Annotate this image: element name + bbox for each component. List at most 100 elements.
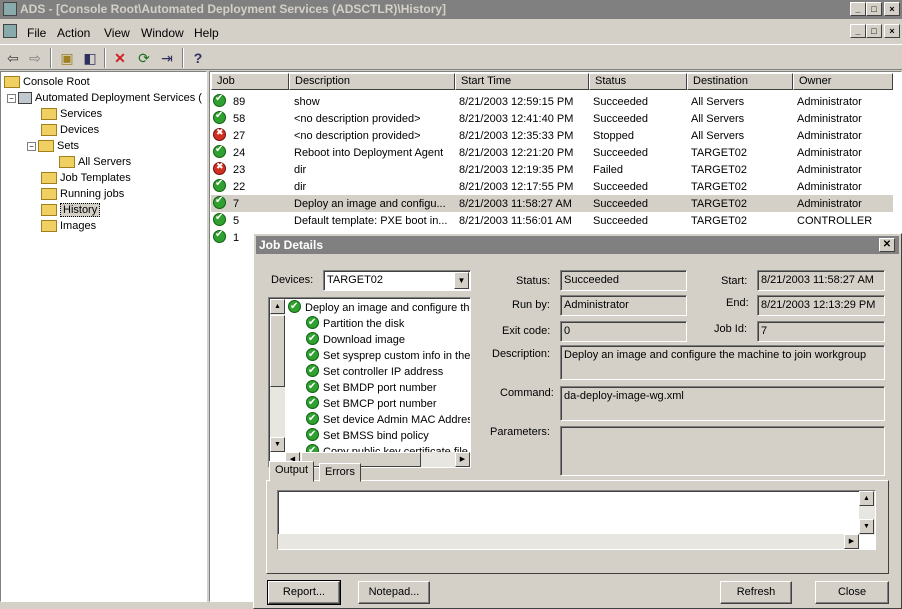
table-row[interactable]: 89 show 8/21/2003 12:59:15 PM Succeeded All … xyxy=(211,93,893,110)
job-success-icon xyxy=(213,229,226,243)
cell-start: 8/21/2003 12:35:33 PM xyxy=(459,130,574,142)
column-header-owner[interactable]: Owner xyxy=(793,73,893,90)
folder-open-icon xyxy=(41,204,57,217)
table-row[interactable]: 27 <no description provided> 8/21/2003 12:… xyxy=(211,127,893,144)
cell-job: 5 xyxy=(233,215,240,227)
scroll-down-icon[interactable]: ▼ xyxy=(859,519,874,534)
ads-app-icon[interactable] xyxy=(3,2,17,16)
tree-item-images[interactable]: Images xyxy=(41,218,96,234)
output-textarea[interactable]: ▲ ▼ ▶ xyxy=(277,490,876,550)
step-root[interactable]: Deploy an image and configure the xyxy=(288,298,470,315)
output-horizontal-scrollbar[interactable]: ▶ xyxy=(278,534,859,549)
exitcode-field: 0 xyxy=(560,321,687,342)
tree-ads-node[interactable]: − Automated Deployment Services ( xyxy=(7,90,202,106)
mdi-minimize-button[interactable]: _ xyxy=(850,24,866,38)
tree-item-job-templates[interactable]: Job Templates xyxy=(41,170,131,186)
menu-action[interactable]: Action xyxy=(57,26,90,40)
tab-output[interactable]: Output xyxy=(269,461,315,482)
exitcode-label: Exit code: xyxy=(502,325,551,337)
tree-console-root[interactable]: Console Root xyxy=(4,74,90,90)
report-button[interactable]: Report... xyxy=(267,580,341,605)
steps-vertical-scrollbar[interactable]: ▲ ▼ xyxy=(270,299,285,452)
collapse-icon[interactable]: − xyxy=(7,93,16,103)
step-item[interactable]: Set controller IP address xyxy=(306,362,443,379)
job-details-dialog: Job Details ✕ Devices: TARGET02 ▼ ▲ ▼ De… xyxy=(253,233,902,609)
menu-window[interactable]: Window xyxy=(141,26,184,40)
up-folder-icon[interactable]: ▣ xyxy=(57,48,77,68)
forward-arrow-icon[interactable]: ⇨ xyxy=(25,48,45,68)
export-list-icon[interactable]: ⇥ xyxy=(157,48,177,68)
table-row[interactable]: 58 <no description provided> 8/21/2003 12:… xyxy=(211,110,893,127)
notepad-button[interactable]: Notepad... xyxy=(358,581,430,604)
step-item[interactable]: Download image xyxy=(306,330,405,347)
step-item[interactable]: Partition the disk xyxy=(306,314,404,331)
column-header-status[interactable]: Status xyxy=(589,73,687,90)
description-field: Deploy an image and configure the machin… xyxy=(560,345,885,380)
step-item[interactable]: Set BMDP port number xyxy=(306,378,437,395)
cell-owner: Administrator xyxy=(797,96,862,108)
step-item[interactable]: Set device Admin MAC Addres xyxy=(306,410,470,427)
cell-description: Default template: PXE boot in... xyxy=(294,215,448,227)
tree-item-running-jobs[interactable]: Running jobs xyxy=(41,186,124,202)
back-arrow-icon[interactable]: ⇦ xyxy=(3,48,23,68)
cell-description: show xyxy=(294,96,320,108)
dialog-close-icon[interactable]: ✕ xyxy=(879,238,895,252)
tab-errors[interactable]: Errors xyxy=(319,463,361,482)
job-failed-icon xyxy=(213,127,226,141)
cell-dest: All Servers xyxy=(691,130,745,142)
chevron-down-icon[interactable]: ▼ xyxy=(454,272,469,289)
show-hide-tree-icon[interactable]: ◧ xyxy=(80,48,100,68)
folder-icon xyxy=(41,188,57,201)
help-icon[interactable]: ? xyxy=(188,48,208,68)
job-success-icon xyxy=(213,195,226,209)
cell-description: <no description provided> xyxy=(294,113,421,125)
column-header-start-time[interactable]: Start Time xyxy=(455,73,589,90)
tree-item-history[interactable]: History xyxy=(41,202,101,218)
cell-owner: Administrator xyxy=(797,113,862,125)
tree-item-devices[interactable]: Devices xyxy=(41,122,99,138)
close-button[interactable]: Close xyxy=(815,581,889,604)
mdi-close-button[interactable]: × xyxy=(884,24,900,38)
table-row[interactable]: 23 dir 8/21/2003 12:19:35 PM Failed TARGET02… xyxy=(211,161,893,178)
collapse-icon[interactable]: − xyxy=(27,141,36,151)
column-header-destination[interactable]: Destination xyxy=(687,73,793,90)
folder-icon xyxy=(4,76,20,89)
success-icon xyxy=(306,331,319,347)
menu-help[interactable]: Help xyxy=(194,26,219,40)
menu-file[interactable]: File xyxy=(27,26,46,40)
end-label: End: xyxy=(726,297,749,309)
scroll-down-icon[interactable]: ▼ xyxy=(270,437,285,452)
output-vertical-scrollbar[interactable]: ▲ ▼ xyxy=(859,491,875,535)
refresh-button[interactable]: Refresh xyxy=(720,581,792,604)
mdi-child-icon[interactable] xyxy=(3,24,17,38)
step-item[interactable]: Set sysprep custom info in the xyxy=(306,346,470,363)
table-row[interactable]: 7 Deploy an image and configu... 8/21/2003… xyxy=(211,195,893,212)
menu-view[interactable]: View xyxy=(104,26,130,40)
delete-icon[interactable]: ✕ xyxy=(110,48,130,68)
step-item[interactable]: Set BMCP port number xyxy=(306,394,437,411)
scroll-thumb[interactable] xyxy=(270,315,285,387)
devices-combo[interactable]: TARGET02 ▼ xyxy=(323,270,471,291)
scroll-right-icon[interactable]: ▶ xyxy=(844,534,859,549)
scroll-up-icon[interactable]: ▲ xyxy=(859,491,874,506)
close-window-button[interactable]: × xyxy=(884,2,900,16)
minimize-button[interactable]: _ xyxy=(850,2,866,16)
scroll-up-icon[interactable]: ▲ xyxy=(270,299,285,314)
tree-item-services[interactable]: Services xyxy=(41,106,102,122)
tree-item-sets[interactable]: − Sets xyxy=(27,138,79,154)
cell-dest: All Servers xyxy=(691,96,745,108)
tree-item-all-servers[interactable]: All Servers xyxy=(59,154,131,170)
scroll-right-icon[interactable]: ▶ xyxy=(455,452,470,467)
column-header-description[interactable]: Description xyxy=(289,73,455,90)
refresh-icon[interactable]: ⟳ xyxy=(134,48,154,68)
job-failed-icon xyxy=(213,161,226,175)
cell-status: Succeeded xyxy=(593,96,649,108)
table-row[interactable]: 24 Reboot into Deployment Agent 8/21/2003 … xyxy=(211,144,893,161)
maximize-button[interactable]: □ xyxy=(866,2,882,16)
mdi-restore-button[interactable]: □ xyxy=(866,24,882,38)
column-header-job[interactable]: Job xyxy=(211,73,289,90)
table-row[interactable]: 22 dir 8/21/2003 12:17:55 PM Succeeded TARGE… xyxy=(211,178,893,195)
cell-job: 27 xyxy=(233,130,246,142)
step-item[interactable]: Set BMSS bind policy xyxy=(306,426,429,443)
table-row[interactable]: 5 Default template: PXE boot in... 8/21/20… xyxy=(211,212,893,229)
